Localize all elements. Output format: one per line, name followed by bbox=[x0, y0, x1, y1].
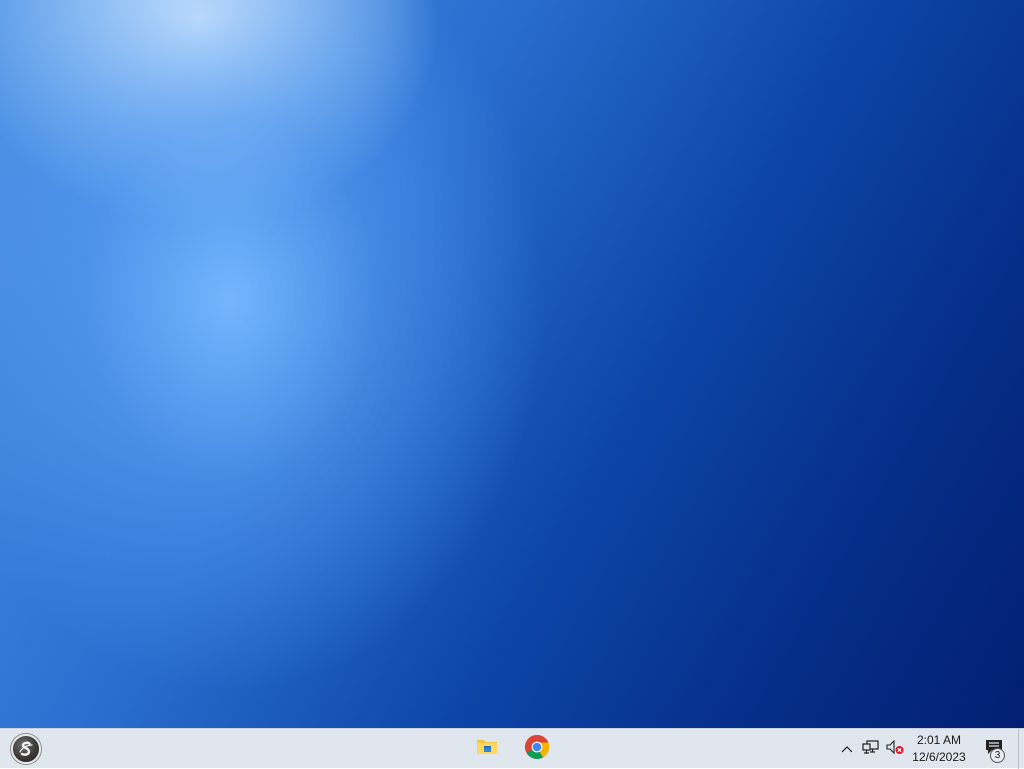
folder-icon bbox=[475, 737, 499, 762]
taskbar-chrome-button[interactable] bbox=[517, 731, 557, 767]
network-icon bbox=[862, 739, 880, 760]
start-button[interactable] bbox=[8, 732, 44, 766]
clock-date: 12/6/2023 bbox=[912, 750, 966, 764]
chrome-icon bbox=[524, 734, 550, 765]
desktop-wallpaper bbox=[0, 0, 1024, 728]
taskbar: 2:01 AM 12/6/2023 3 bbox=[0, 728, 1024, 769]
show-desktop-button[interactable] bbox=[1018, 729, 1024, 769]
show-hidden-icons-button[interactable] bbox=[836, 729, 858, 769]
volume-tray-button[interactable] bbox=[884, 729, 906, 769]
notification-count-badge: 3 bbox=[990, 748, 1005, 763]
clock-time: 2:01 AM bbox=[916, 733, 962, 747]
volume-muted-icon bbox=[885, 739, 905, 760]
action-center-button[interactable]: 3 bbox=[976, 729, 1012, 769]
clock-button[interactable]: 2:01 AM 12/6/2023 bbox=[906, 729, 972, 769]
logo-icon bbox=[11, 734, 41, 764]
chevron-up-icon bbox=[841, 740, 853, 758]
taskbar-file-explorer-button[interactable] bbox=[467, 731, 507, 767]
network-tray-button[interactable] bbox=[860, 729, 882, 769]
